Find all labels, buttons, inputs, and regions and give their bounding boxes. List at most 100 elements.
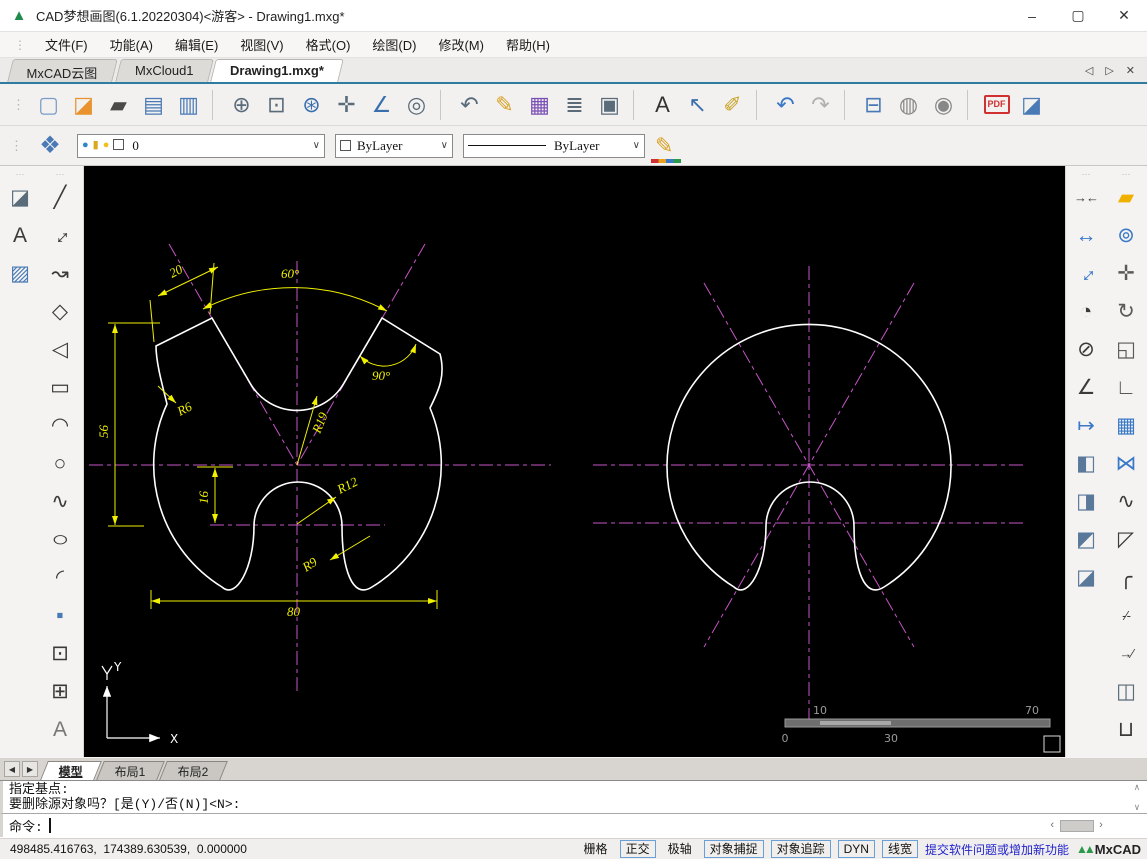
tool-dim-break[interactable]: →← xyxy=(1070,181,1102,213)
tool-mirror[interactable]: ⋈ xyxy=(1110,447,1142,479)
tool-erase[interactable]: ▰ xyxy=(1110,181,1142,213)
tool-circle-tool[interactable]: ○ xyxy=(44,447,76,479)
scroll-right-icon[interactable]: › xyxy=(1098,820,1105,832)
draw-color-pencil-icon[interactable]: ✎ xyxy=(655,133,673,159)
tool-box-3d[interactable]: ◫ xyxy=(1110,675,1142,707)
tool-text-tool[interactable]: A xyxy=(44,713,76,745)
toolbar-icon-ucs-axes[interactable]: ∠ xyxy=(364,88,399,122)
toolbar-icon-zoom-center[interactable]: ◎ xyxy=(399,88,434,122)
layer-flag-icon-layer-lock[interactable]: ▮ xyxy=(93,140,99,151)
layer-flag-icon-layer-on[interactable]: ● xyxy=(103,140,110,151)
tool-join[interactable]: ⊔ xyxy=(1110,713,1142,745)
status-toggle-dyn[interactable]: DYN xyxy=(838,840,875,858)
toolbar-icon-select-objects[interactable]: ↖ xyxy=(680,88,715,122)
toolbar-icon-format-brush[interactable]: ✐ xyxy=(715,88,750,122)
toolbar-icon-zoom-dynamic[interactable]: ⊕ xyxy=(224,88,259,122)
toolbar-icon-property-palette[interactable]: ▦ xyxy=(522,88,557,122)
tool-spline-tool[interactable]: ∿ xyxy=(44,485,76,517)
tool-dim-linear[interactable]: ↔ xyxy=(1070,219,1102,251)
tool-create-block-tool[interactable]: ⊞ xyxy=(44,675,76,707)
tool-move[interactable]: ✛ xyxy=(1110,257,1142,289)
tab-close-icon[interactable]: ✕ xyxy=(1126,64,1135,77)
tool-rectangle-tool[interactable]: ▭ xyxy=(44,371,76,403)
tool-dim-diameter[interactable]: ⊘ xyxy=(1070,333,1102,365)
tool-dim-angular[interactable]: ∠ xyxy=(1070,371,1102,403)
linetype-select[interactable]: ByLayer ∨ xyxy=(463,134,645,158)
toolbar-icon-save[interactable]: ▤ xyxy=(136,88,171,122)
tool-draworder-above[interactable]: ◩ xyxy=(1070,523,1102,555)
tool-offset[interactable]: ∟ xyxy=(1110,371,1142,403)
toolbar-icon-zoom-window[interactable]: ⊡ xyxy=(259,88,294,122)
menu-item-format[interactable]: 格式(O) xyxy=(295,32,362,57)
menu-item-draw[interactable]: 绘图(D) xyxy=(361,32,427,57)
toolbar-icon-redline-pencil[interactable]: ✎ xyxy=(487,88,522,122)
toolbar-icon-insert-image[interactable]: ◪ xyxy=(1014,88,1049,122)
tool-array[interactable]: ▦ xyxy=(1110,409,1142,441)
menu-item-edit[interactable]: 编辑(E) xyxy=(164,32,229,57)
toolbar-icon-undo[interactable]: ↶ xyxy=(768,88,803,122)
tool-dim-radius[interactable]: ◔ xyxy=(1070,295,1102,327)
tool-draworder-front[interactable]: ◧ xyxy=(1070,447,1102,479)
menu-item-view[interactable]: 视图(V) xyxy=(229,32,294,57)
tool-polygon-tool[interactable]: ◇ xyxy=(44,295,76,327)
status-toggle-lineweight[interactable]: 线宽 xyxy=(882,840,918,858)
layer-select[interactable]: ●▮● 0 ∨ xyxy=(77,134,325,158)
tool-copy[interactable]: ⊚ xyxy=(1110,219,1142,251)
tool-dim-aligned[interactable]: ↔ xyxy=(1070,257,1102,289)
toolbar-icon-zoom-extents[interactable]: ⊛ xyxy=(294,88,329,122)
toolbar-icon-page-setup[interactable]: ▣ xyxy=(592,88,627,122)
tab-scroll-right-icon[interactable]: ▷ xyxy=(1105,64,1113,77)
tool-fillet[interactable]: ╭ xyxy=(1110,561,1142,593)
tool-fit-curve[interactable]: ∿ xyxy=(1110,485,1142,517)
toolbar-icon-mtext-edit[interactable]: ≣ xyxy=(557,88,592,122)
tool-polyline-tool[interactable]: ↝ xyxy=(44,257,76,289)
toolbar-icon-print[interactable]: ⊟ xyxy=(856,88,891,122)
status-toggle-ortho[interactable]: 正交 xyxy=(620,840,656,858)
tool-irregular-polygon-tool[interactable]: ◁ xyxy=(44,333,76,365)
tool-chamfer[interactable]: ◸ xyxy=(1110,523,1142,555)
toolbar-icon-open-cloud-drawing[interactable]: ◪ xyxy=(66,88,101,122)
scroll-up-icon[interactable]: ∧ xyxy=(1134,783,1139,793)
scrollbar-thumb[interactable] xyxy=(1060,820,1094,832)
drawing-svg[interactable]: 60° 20 56 R6 R19 90° 16 R12 R9 80 xyxy=(84,166,1065,757)
viewport-corner-grip[interactable] xyxy=(1044,736,1060,752)
layout-tab-model[interactable]: 模型 xyxy=(40,761,102,780)
tool-rotate[interactable]: ↻ xyxy=(1110,295,1142,327)
close-button[interactable]: ✕ xyxy=(1101,0,1147,31)
drawing-canvas[interactable]: 60° 20 56 R6 R19 90° 16 R12 R9 80 xyxy=(84,166,1065,757)
scroll-left-icon[interactable]: ‹ xyxy=(1049,820,1056,832)
tool-point-tool[interactable]: ▪ xyxy=(44,599,76,631)
tool-construction-line-tool[interactable]: ↔ xyxy=(44,219,76,251)
tool-insert-image-tool[interactable]: ◪ xyxy=(4,181,36,213)
tool-text-annotate-tool[interactable]: A xyxy=(4,219,36,251)
tool-ellipse-arc-tool[interactable]: ◜ xyxy=(44,561,76,593)
tool-draworder-below[interactable]: ◪ xyxy=(1070,561,1102,593)
tool-hatch-tool[interactable]: ▨ xyxy=(4,257,36,289)
color-select[interactable]: ByLayer ∨ xyxy=(335,134,453,158)
tool-arc-tool[interactable]: ◠ xyxy=(44,409,76,441)
toolbar-icon-save-as[interactable]: ▥ xyxy=(171,88,206,122)
layout-tab-layout2[interactable]: 布局2 xyxy=(159,761,227,780)
scroll-down-icon[interactable]: ∨ xyxy=(1134,803,1139,813)
chevron-down-icon[interactable]: ∨ xyxy=(435,140,448,151)
command-input[interactable]: 命令: ‹ › xyxy=(0,813,1147,837)
toolbar-icon-redo[interactable]: ↷ xyxy=(803,88,838,122)
status-toggle-grid[interactable]: 栅格 xyxy=(579,841,613,857)
toolbar-icon-new-file[interactable]: ▢ xyxy=(31,88,66,122)
chevron-down-icon[interactable]: ∨ xyxy=(627,140,640,151)
part-geometry[interactable] xyxy=(154,318,951,590)
maximize-button[interactable]: ▢ xyxy=(1055,0,1101,31)
layout-tab-layout1[interactable]: 布局1 xyxy=(96,761,164,780)
tool-dim-continue[interactable]: ↦ xyxy=(1070,409,1102,441)
status-toggle-osnap[interactable]: 对象捕捉 xyxy=(704,840,764,858)
doc-tab-mxcloud1[interactable]: MxCloud1 xyxy=(115,59,213,82)
tool-insert-block-tool[interactable]: ⊡ xyxy=(44,637,76,669)
toolbar-icon-zoom-previous[interactable]: ↶ xyxy=(452,88,487,122)
menu-item-function[interactable]: 功能(A) xyxy=(99,32,164,57)
tool-draworder-back[interactable]: ◨ xyxy=(1070,485,1102,517)
tool-ellipse-tool[interactable]: ○ xyxy=(44,523,76,555)
layers-icon[interactable]: ❖ xyxy=(33,131,67,160)
tool-line-tool[interactable]: ╱ xyxy=(44,181,76,213)
toolbar-icon-text-style[interactable]: A xyxy=(645,88,680,122)
toolbar-icon-export-pdf[interactable]: PDF xyxy=(979,88,1014,122)
